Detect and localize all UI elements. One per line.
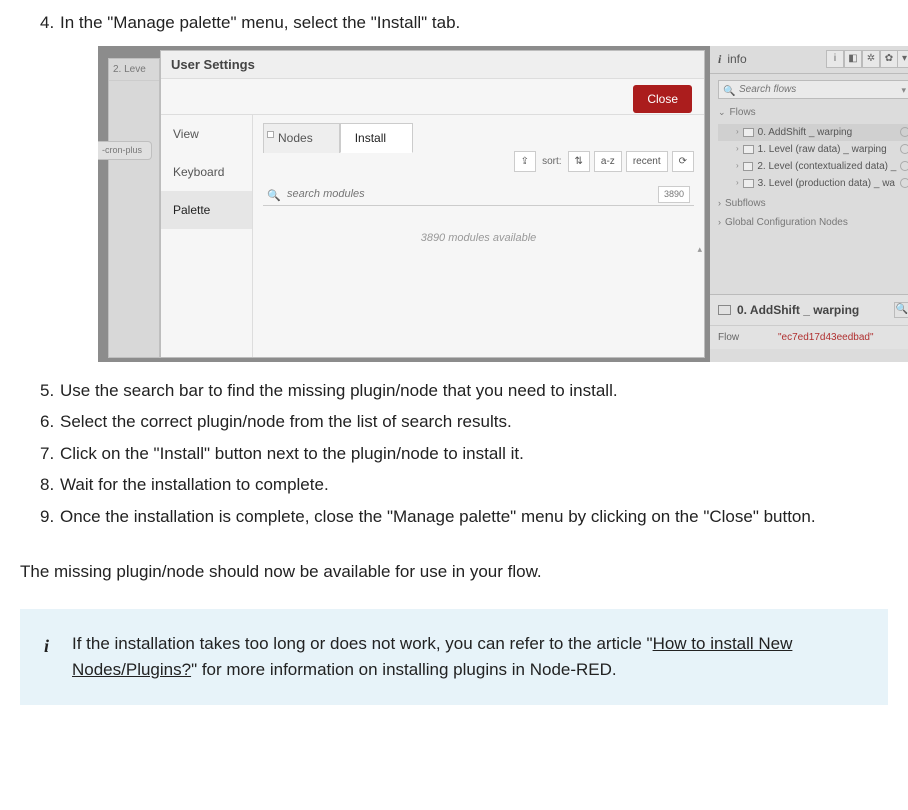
close-button[interactable]: Close [633, 85, 692, 113]
info-tab-config[interactable]: ✿ [880, 50, 898, 68]
infobox-pre: If the installation takes too long or do… [72, 634, 653, 653]
info-tab-help[interactable]: ◧ [844, 50, 862, 68]
scroll-up-icon[interactable]: ▴ [697, 243, 702, 257]
conclusion-text: The missing plugin/node should now be av… [20, 559, 888, 585]
dialog-topbar: Close [161, 79, 704, 115]
info-tab-debug[interactable]: ✲ [862, 50, 880, 68]
tree-row[interactable]: ›3. Level (production data) _ wa [718, 175, 908, 192]
info-detail-row: Flow "ec7ed17d43eedbad" [710, 325, 908, 349]
modules-available-text: 3890 modules available [253, 230, 704, 247]
step-5: 5.Use the search bar to find the missing… [40, 378, 888, 404]
sort-label: sort: [542, 154, 561, 169]
tree-row[interactable]: ›1. Level (raw data) _ warping [718, 141, 908, 158]
info-tab-info[interactable]: i [826, 50, 844, 68]
tree-row[interactable]: ›0. AddShift _ warping [718, 124, 908, 141]
step-8: 8.Wait for the installation to complete. [40, 472, 888, 498]
screenshot-container: Deploy ▼ 2. Leve -cron-plus User Setting… [98, 46, 908, 362]
user-settings-dialog: User Settings Close View Keyboard Palett… [160, 50, 705, 358]
step-8-text: Wait for the installation to complete. [60, 475, 329, 494]
module-search: 🔍 3890 [263, 183, 694, 206]
step-6: 6.Select the correct plugin/node from th… [40, 409, 888, 435]
tree-subflows-header[interactable]: ›Subflows [718, 196, 908, 211]
module-count-badge: 3890 [658, 186, 690, 204]
status-circle-icon [900, 127, 908, 137]
search-icon: 🔍 [723, 84, 735, 99]
workspace-tab[interactable]: 2. Leve [109, 59, 159, 81]
search-icon: 🔍 [267, 188, 281, 205]
detail-value: "ec7ed17d43eedbad" [778, 330, 874, 345]
step-5-text: Use the search bar to find the missing p… [60, 381, 618, 400]
palette-tabs: Nodes Install [263, 123, 704, 153]
detail-key: Flow [718, 330, 778, 345]
tree-row[interactable]: ›2. Level (contextualized data) _ [718, 158, 908, 175]
info-icon: i [44, 633, 49, 661]
status-circle-icon [900, 144, 908, 154]
tree-flows-header[interactable]: ⌄Flows [718, 105, 908, 120]
status-circle-icon [900, 161, 908, 171]
sort-recent-button[interactable]: recent [626, 151, 668, 172]
screenshot: Deploy ▼ 2. Leve -cron-plus User Setting… [98, 46, 908, 362]
tab-nodes[interactable]: Nodes [263, 123, 340, 153]
step-7: 7.Click on the "Install" button next to … [40, 441, 888, 467]
flow-tree: ⌄Flows ›0. AddShift _ warping ›1. Level … [718, 105, 908, 230]
flow-icon [718, 305, 731, 315]
info-callout: i If the installation takes too long or … [20, 609, 888, 706]
menu-item-keyboard[interactable]: Keyboard [161, 153, 252, 191]
status-circle-icon [900, 178, 908, 188]
info-detail-title: 0. AddShift _ warping 🔍 [710, 295, 908, 325]
info-sidebar-title: i info i ◧ ✲ ✿ ▾ [710, 46, 908, 74]
step-9-text: Once the installation is complete, close… [60, 507, 816, 526]
chevron-down-icon[interactable]: ▾ [901, 84, 906, 98]
upload-button[interactable]: ⇪ [514, 151, 536, 172]
magnify-button[interactable]: 🔍 [894, 302, 908, 318]
info-sidebar: i info i ◧ ✲ ✿ ▾ 🔍 ▾ [710, 46, 908, 362]
menu-item-palette[interactable]: Palette [161, 191, 252, 229]
flow-icon [743, 162, 754, 171]
info-icon: i [718, 50, 721, 68]
flow-search: 🔍 ▾ [718, 80, 908, 99]
refresh-button[interactable]: ⟳ [672, 151, 694, 172]
step-4: 4.In the "Manage palette" menu, select t… [40, 10, 888, 362]
step-9: 9.Once the installation is complete, clo… [40, 504, 888, 530]
tab-install[interactable]: Install [340, 123, 413, 153]
info-detail-panel: 0. AddShift _ warping 🔍 Flow "ec7ed17d43… [710, 294, 908, 349]
flow-icon [743, 128, 754, 137]
palette-panel: Nodes Install ⇪ sort: ⇅ a-z recent ⟳ [253, 115, 704, 357]
dialog-title: User Settings [161, 51, 704, 79]
flow-icon [743, 179, 754, 188]
sort-az-button[interactable]: a-z [594, 151, 622, 172]
flow-search-input[interactable] [718, 80, 908, 99]
menu-item-view[interactable]: View [161, 115, 252, 153]
step-4-text: In the "Manage palette" menu, select the… [60, 13, 460, 32]
step-7-text: Click on the "Install" button next to th… [60, 444, 524, 463]
module-search-input[interactable] [263, 183, 694, 206]
flow-icon [743, 145, 754, 154]
sort-default-button[interactable]: ⇅ [568, 151, 590, 172]
settings-menu: View Keyboard Palette [161, 115, 253, 357]
info-toolbar: i ◧ ✲ ✿ ▾ [826, 50, 908, 68]
tree-globals-header[interactable]: ›Global Configuration Nodes [718, 215, 908, 230]
infobox-post: " for more information on installing plu… [191, 660, 617, 679]
info-tab-more[interactable]: ▾ [898, 50, 908, 68]
install-toolbar: ⇪ sort: ⇅ a-z recent ⟳ [514, 151, 694, 172]
workspace-node-label: -cron-plus [98, 141, 152, 161]
step-6-text: Select the correct plugin/node from the … [60, 412, 512, 431]
workspace-strip: 2. Leve [108, 58, 160, 358]
